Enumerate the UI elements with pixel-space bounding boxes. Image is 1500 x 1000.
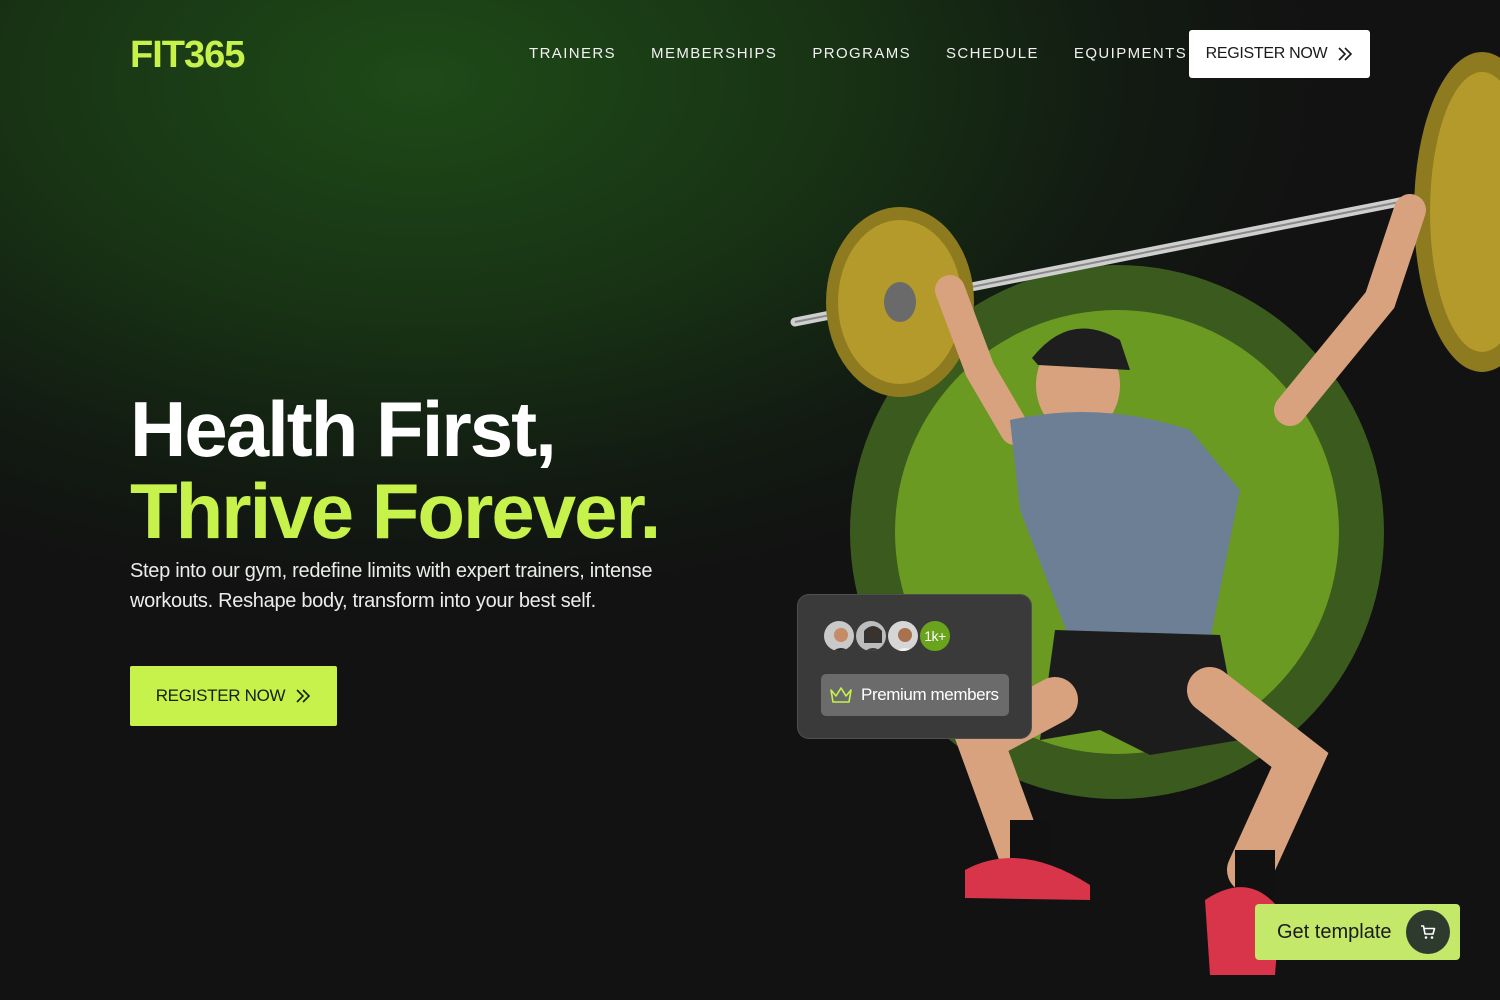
avatar — [854, 619, 888, 653]
cart-icon — [1406, 910, 1450, 954]
member-avatars: 1k+ — [822, 619, 952, 653]
crown-icon — [830, 687, 852, 703]
avatar — [822, 619, 856, 653]
hero-title-line1: Health First, — [130, 385, 557, 473]
hero-register-label: REGISTER NOW — [155, 686, 286, 705]
brand-logo[interactable]: FIT365 — [130, 34, 245, 77]
get-template-button[interactable]: Get template — [1255, 904, 1460, 960]
hero-title: Health First, Thrive Forever. — [130, 385, 661, 555]
hero-register-button[interactable]: REGISTER NOW — [130, 666, 337, 726]
hero-title-line2: Thrive Forever. — [130, 467, 661, 555]
premium-members-label: Premium members — [861, 685, 999, 704]
member-count-badge: 1k+ — [918, 619, 952, 653]
get-template-label: Get template — [1277, 920, 1392, 943]
chevrons-right-icon — [296, 689, 311, 703]
hero-athlete-image — [790, 52, 1500, 975]
hero-subtitle: Step into our gym, redefine limits with … — [130, 560, 653, 612]
premium-members-pill: Premium members — [821, 674, 1009, 716]
members-card: 1k+ Premium members — [797, 594, 1032, 739]
nav-item-trainers[interactable]: TRAINERS — [529, 45, 616, 62]
nav-item-memberships[interactable]: MEMBERSHIPS — [651, 45, 777, 62]
avatar — [886, 619, 920, 653]
